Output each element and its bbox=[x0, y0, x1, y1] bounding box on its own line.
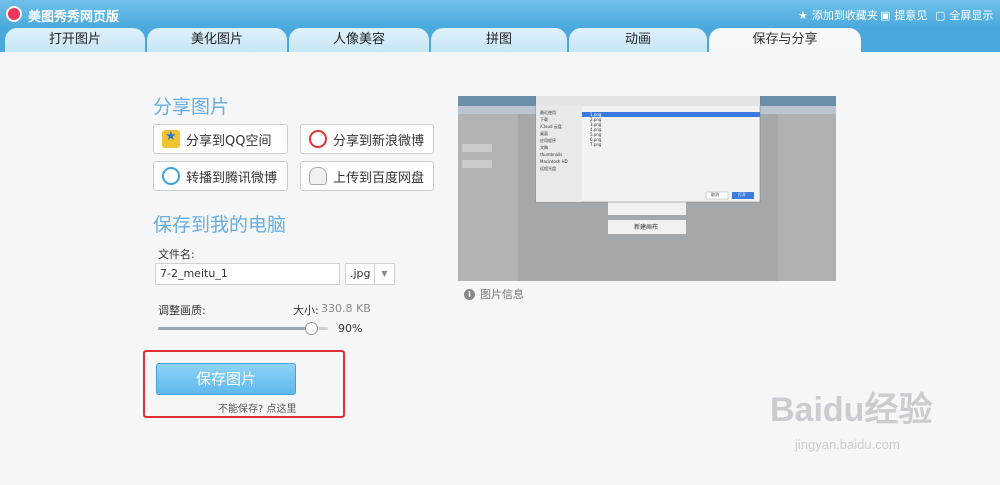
star-icon: ★ bbox=[798, 8, 808, 22]
chat-icon: ▣ bbox=[880, 8, 891, 22]
dialog-sidebar-item: 桌面 bbox=[540, 131, 548, 136]
quality-value: 90% bbox=[338, 322, 363, 335]
tencent-weibo-icon bbox=[162, 167, 180, 185]
cant-save-link[interactable]: 不能保存? 点这里 bbox=[218, 400, 297, 415]
main-tabs: 打开图片 美化图片 人像美容 拼图 动画 保存与分享 bbox=[0, 28, 1000, 52]
main-panel: 分享图片 分享到QQ空间 分享到新浪微博 转播到腾讯微博 上传到百度网盘 保存到… bbox=[0, 52, 1000, 485]
feedback-label: 提意见 bbox=[894, 9, 928, 22]
tab-save-share[interactable]: 保存与分享 bbox=[709, 28, 861, 52]
filename-input[interactable]: 7-2_meitu_1 bbox=[155, 263, 340, 285]
dialog-open-button: 打开 bbox=[738, 192, 746, 197]
image-preview: 1.png 2.png 3.png 4.png 5.png 6.png 7.png 最近使用… bbox=[458, 96, 836, 281]
save-image-button[interactable]: 保存图片 bbox=[156, 363, 296, 395]
meitu-logo-icon bbox=[6, 6, 22, 22]
dialog-file-list: 1.png 2.png 3.png 4.png 5.png 6.png 7.png bbox=[590, 112, 750, 147]
tab-portrait[interactable]: 人像美容 bbox=[289, 28, 429, 52]
dialog-sidebar-item: thumbnails bbox=[540, 152, 563, 157]
fullscreen-link[interactable]: ▢ 全屏显示 bbox=[935, 7, 993, 23]
quality-slider-track[interactable] bbox=[158, 327, 328, 330]
share-qzone-label: 分享到QQ空间 bbox=[186, 133, 272, 149]
share-tencent-label: 转播到腾讯微博 bbox=[186, 170, 278, 186]
dialog-sidebar-item: 最近使用 bbox=[540, 110, 556, 115]
share-weibo-label: 分享到新浪微博 bbox=[333, 133, 425, 149]
qzone-icon bbox=[162, 129, 180, 148]
image-info-label: 图片信息 bbox=[480, 288, 524, 301]
share-weibo-button[interactable]: 分享到新浪微博 bbox=[300, 124, 434, 154]
title-bar: 美图秀秀网页版 ★ 添加到收藏夹 ▣ 提意见 ▢ 全屏显示 bbox=[0, 0, 1000, 28]
format-select-value: .jpg bbox=[350, 267, 371, 280]
share-qzone-button[interactable]: 分享到QQ空间 bbox=[153, 124, 288, 154]
share-baidu-button[interactable]: 上传到百度网盘 bbox=[300, 161, 434, 191]
feedback-link[interactable]: ▣ 提意见 bbox=[880, 7, 927, 23]
share-section-title: 分享图片 bbox=[153, 96, 230, 118]
format-select[interactable]: .jpg ▼ bbox=[345, 263, 395, 285]
dialog-sidebar-item: 应用程序 bbox=[540, 138, 556, 143]
dialog-sidebar: 最近使用下载 iCloud 云盘 桌面应用程序文稿 thumbnails Macinto… bbox=[540, 109, 580, 172]
baidu-pan-icon bbox=[309, 167, 327, 185]
bookmark-label: 添加到收藏夹 bbox=[811, 9, 878, 22]
baidu-watermark-url: jingyan.baidu.com bbox=[795, 437, 900, 452]
chevron-down-icon: ▼ bbox=[374, 264, 394, 284]
tab-animation[interactable]: 动画 bbox=[569, 28, 707, 52]
image-info-link[interactable]: i 图片信息 bbox=[464, 286, 524, 302]
save-section-title: 保存到我的电脑 bbox=[153, 214, 287, 236]
share-baidu-label: 上传到百度网盘 bbox=[333, 170, 425, 186]
tab-beautify[interactable]: 美化图片 bbox=[147, 28, 287, 52]
filename-label: 文件名: bbox=[158, 248, 195, 261]
size-value: 330.8 KB bbox=[321, 302, 371, 315]
tab-open-image[interactable]: 打开图片 bbox=[5, 28, 145, 52]
tab-collage[interactable]: 拼图 bbox=[431, 28, 567, 52]
new-canvas-label: 新建画布 bbox=[634, 224, 659, 231]
dialog-sidebar-item: 文稿 bbox=[540, 145, 548, 150]
fullscreen-label: 全屏显示 bbox=[949, 9, 994, 22]
dialog-sidebar-item: iCloud 云盘 bbox=[540, 124, 562, 129]
quality-slider-fill bbox=[158, 327, 311, 330]
weibo-icon bbox=[309, 130, 327, 148]
dialog-file-item: 7.png bbox=[590, 142, 602, 147]
baidu-watermark: Baidu经验 bbox=[770, 391, 933, 429]
dialog-sidebar-item: 远程光盘 bbox=[540, 166, 556, 171]
share-tencent-button[interactable]: 转播到腾讯微博 bbox=[153, 161, 288, 191]
bookmark-link[interactable]: ★ 添加到收藏夹 bbox=[798, 7, 878, 23]
size-label: 大小: bbox=[293, 304, 319, 317]
quality-slider-thumb[interactable] bbox=[305, 322, 318, 335]
dialog-sidebar-item: 下载 bbox=[540, 117, 548, 122]
quality-label: 调整画质: bbox=[158, 304, 206, 317]
fullscreen-icon: ▢ bbox=[935, 8, 946, 22]
dialog-sidebar-item: Macintosh HD bbox=[540, 159, 568, 164]
info-icon: i bbox=[464, 288, 475, 300]
dialog-cancel-button: 取消 bbox=[711, 192, 719, 197]
app-title: 美图秀秀网页版 bbox=[28, 10, 120, 25]
